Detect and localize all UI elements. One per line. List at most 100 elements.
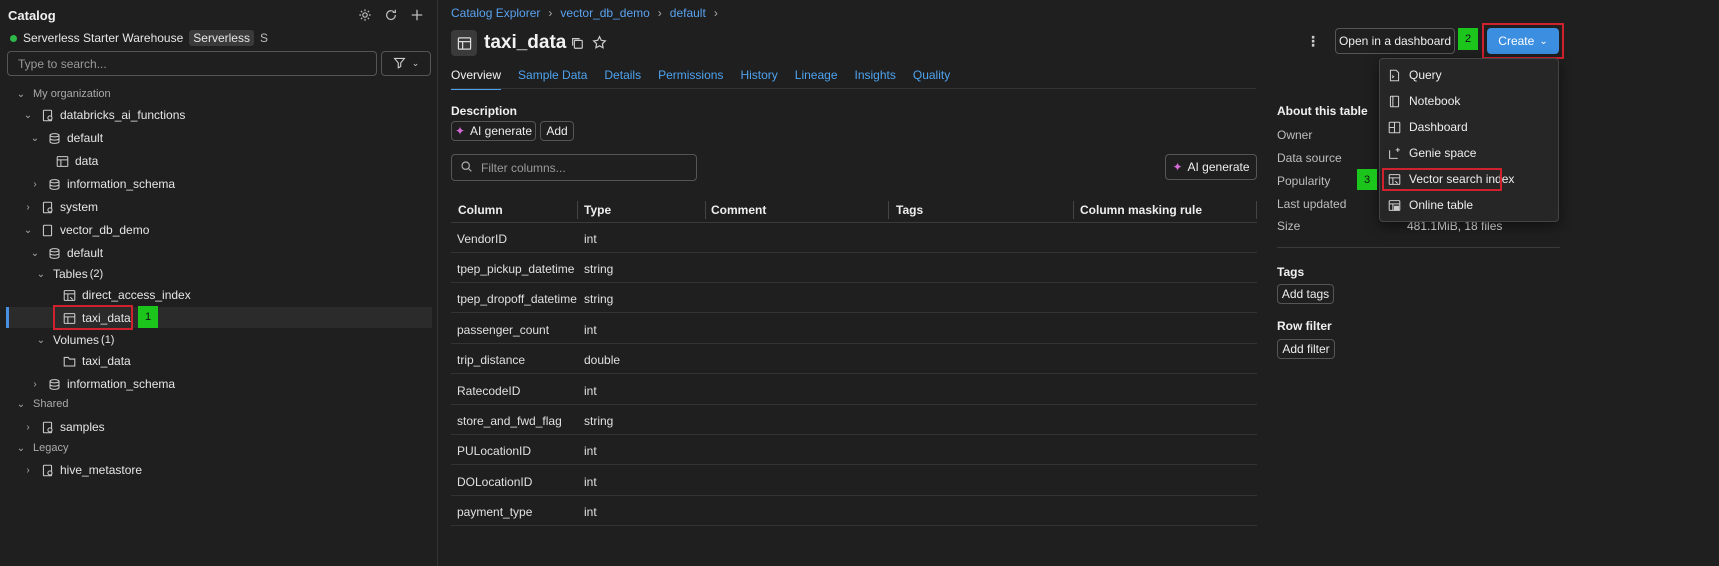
highlight-box-1 <box>53 305 133 330</box>
header-column-masking-rule: Column masking rule <box>1080 203 1203 217</box>
last-updated-label: Last updated <box>1277 197 1347 211</box>
menu-item-query[interactable]: Query <box>1388 64 1553 86</box>
table-row[interactable]: RatecodeID int <box>451 375 1257 405</box>
tree-item-direct-access-index[interactable]: direct_access_index <box>62 284 191 306</box>
breadcrumb-catalog-explorer[interactable]: Catalog Explorer <box>451 6 540 20</box>
catalog-icon <box>40 463 54 477</box>
create-dropdown-menu: Query Notebook Dashboard Genie space Vec… <box>1379 58 1559 222</box>
header-tags: Tags <box>896 203 924 217</box>
ai-generate-description-button[interactable]: ✦ AI generate <box>451 121 536 141</box>
tab-details[interactable]: Details <box>604 68 641 90</box>
tree-item-samples[interactable]: › samples <box>22 416 104 438</box>
tree-item-information-schema-2[interactable]: › information_schema <box>29 373 175 395</box>
breadcrumb-vector-db-demo[interactable]: vector_db_demo <box>560 6 649 20</box>
catalog-icon <box>40 108 54 122</box>
about-table-title: About this table <box>1277 104 1368 118</box>
table-row[interactable]: passenger_count int <box>451 314 1257 344</box>
table-row[interactable]: payment_type int <box>451 496 1257 526</box>
table-row[interactable]: PULocationID int <box>451 435 1257 465</box>
ai-generate-columns-button[interactable]: ✦ AI generate <box>1165 154 1257 180</box>
highlight-box-2 <box>1482 23 1564 59</box>
tab-insights[interactable]: Insights <box>855 68 896 90</box>
table-row[interactable]: trip_distance double <box>451 344 1257 374</box>
tree-item-vector-db-demo[interactable]: ⌄ vector_db_demo <box>22 219 150 241</box>
chevron-down-icon: ⌄ <box>16 398 26 410</box>
filter-icon <box>393 56 406 72</box>
tree-item-taxi-data-volume[interactable]: taxi_data <box>62 350 131 372</box>
step-marker-1: 1 <box>138 306 158 328</box>
sidebar-actions <box>357 7 425 23</box>
tab-overview[interactable]: Overview <box>451 68 502 90</box>
tree-group-tables[interactable]: ⌄ Tables (2) <box>35 263 103 285</box>
sparkle-icon: ✦ <box>1172 160 1183 174</box>
schema-icon <box>47 246 61 260</box>
add-filter-button[interactable]: Add filter <box>1277 339 1335 359</box>
owner-label: Owner <box>1277 128 1313 142</box>
tree-section-shared[interactable]: ⌄ Shared <box>15 393 69 415</box>
tree-item-default-2[interactable]: ⌄ default <box>29 242 103 264</box>
menu-item-online-table[interactable]: Online table <box>1388 194 1553 216</box>
tree-item-hive-metastore[interactable]: › hive_metastore <box>22 459 142 481</box>
dashboard-icon <box>1388 121 1401 134</box>
tree-section-legacy[interactable]: ⌄ Legacy <box>15 437 69 459</box>
size-label: Size <box>1277 219 1301 233</box>
highlight-box-3 <box>1382 168 1502 191</box>
open-in-dashboard-button[interactable]: Open in a dashboard <box>1335 28 1455 54</box>
table-row[interactable]: tpep_pickup_datetime string <box>451 253 1257 283</box>
data-source-label: Data source <box>1277 151 1342 165</box>
table-row[interactable]: tpep_dropoff_datetime string <box>451 283 1257 313</box>
tree-item-databricks-ai-functions[interactable]: ⌄ databricks_ai_functions <box>22 104 186 126</box>
catalog-icon <box>40 420 54 434</box>
filter-columns-input[interactable]: Filter columns... <box>451 154 697 181</box>
tree-group-volumes[interactable]: ⌄ Volumes (1) <box>35 329 115 351</box>
star-icon[interactable] <box>592 35 607 53</box>
plus-icon[interactable] <box>409 7 425 23</box>
catalog-search-input[interactable] <box>7 51 377 76</box>
header-type: Type <box>584 203 612 217</box>
notebook-icon <box>1388 95 1401 108</box>
table-icon <box>55 154 69 168</box>
kebab-menu-icon[interactable]: ⋮ <box>1306 33 1320 50</box>
menu-item-dashboard[interactable]: Dashboard <box>1388 116 1553 138</box>
table-row[interactable]: DOLocationID int <box>451 466 1257 496</box>
sidebar-title: Catalog <box>8 8 56 23</box>
chevron-down-icon: ⌄ <box>16 88 26 100</box>
refresh-icon[interactable] <box>383 7 399 23</box>
menu-item-notebook[interactable]: Notebook <box>1388 90 1553 112</box>
warehouse-size: S <box>259 31 268 45</box>
chevron-down-icon: ⌄ <box>36 334 46 346</box>
query-icon <box>1388 69 1401 82</box>
row-filter-label: Row filter <box>1277 319 1332 333</box>
add-tags-button[interactable]: Add tags <box>1277 284 1334 304</box>
tags-label: Tags <box>1277 265 1305 279</box>
catalog-icon <box>40 223 54 237</box>
menu-item-genie-space[interactable]: Genie space <box>1388 142 1553 164</box>
tab-permissions[interactable]: Permissions <box>658 68 723 90</box>
tab-quality[interactable]: Quality <box>913 68 950 90</box>
gear-icon[interactable] <box>357 7 373 23</box>
tree-item-system[interactable]: › system <box>22 196 98 218</box>
status-dot-icon <box>10 34 17 42</box>
chevron-down-icon: ⌄ <box>411 58 420 68</box>
add-description-button[interactable]: Add <box>540 121 574 141</box>
tree-section-my-organization[interactable]: ⌄ My organization <box>15 83 111 105</box>
tab-history[interactable]: History <box>740 68 777 90</box>
tab-lineage[interactable]: Lineage <box>795 68 838 90</box>
filter-button[interactable]: ⌄ <box>381 51 431 76</box>
tab-sample-data[interactable]: Sample Data <box>518 68 587 90</box>
warehouse-selector[interactable]: Serverless Starter Warehouse Serverless … <box>10 30 268 46</box>
chevron-right-icon: › <box>33 378 37 390</box>
tree-item-data[interactable]: data <box>55 150 98 172</box>
page-title: taxi_data <box>484 32 567 53</box>
copy-icon[interactable] <box>570 36 584 53</box>
tree-item-default[interactable]: ⌄ default <box>29 127 103 149</box>
header-comment: Comment <box>711 203 767 217</box>
table-row[interactable]: VendorID int <box>451 223 1257 253</box>
chevron-down-icon: ⌄ <box>30 247 40 259</box>
volume-icon <box>62 354 76 368</box>
table-row[interactable]: store_and_fwd_flag string <box>451 405 1257 435</box>
schema-icon <box>47 177 61 191</box>
tree-item-information-schema[interactable]: › information_schema <box>29 173 175 195</box>
breadcrumb-default[interactable]: default <box>670 6 706 20</box>
schema-icon <box>47 377 61 391</box>
